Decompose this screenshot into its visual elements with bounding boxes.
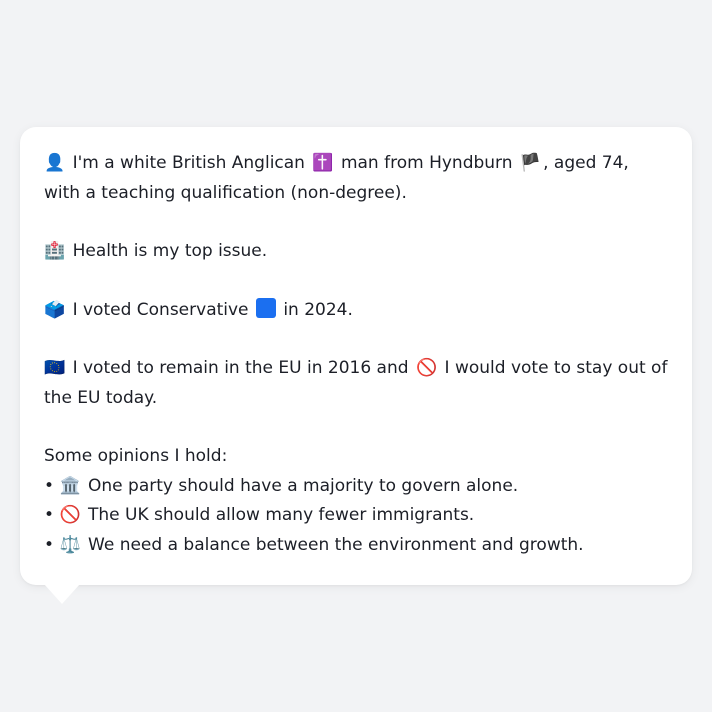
blue-square-icon [255,297,276,318]
eu-text-a: I voted to remain in the EU in 2016 and [72,358,409,378]
opinion-text: We need a balance between the environmen… [88,534,584,555]
opinions-title: Some opinions I hold: [44,446,228,466]
opinion-text: One party should have a majority to gove… [88,475,519,496]
eu-paragraph: 🇪🇺 I voted to remain in the EU in 2016 a… [44,354,668,413]
england-flag-icon: 🏴 [519,153,542,173]
opinion-item: • 🚫 The UK should allow many fewer immig… [44,501,668,531]
vote-2024-paragraph: 🗳️ I voted Conservative in 2024. [44,296,668,326]
cross-icon: ✝️ [312,153,334,173]
opinion-text: The UK should allow many fewer immigrant… [88,505,475,525]
top-issue-text: Health is my top issue. [72,241,268,261]
balance-scale-icon: ⚖️ [59,534,81,555]
vote-2024-text-b: in 2024. [283,299,353,320]
bullet: • [44,505,55,525]
persona-card: 👤 I'm a white British Anglican ✝️ man fr… [20,127,692,585]
bullet: • [44,475,55,496]
identity-text-a: I'm a white British Anglican [72,153,305,173]
identity-text-b: man from Hyndburn [340,153,513,173]
opinion-item: • ⚖️ We need a balance between the envir… [44,531,668,561]
vote-2024-text-a: I voted Conservative [72,299,249,320]
identity-paragraph: 👤 I'm a white British Anglican ✝️ man fr… [44,149,668,208]
person-icon: 👤 [44,153,66,173]
ballot-box-icon: 🗳️ [44,299,66,320]
classical-building-icon: 🏛️ [59,475,81,496]
prohibited-icon: 🚫 [415,358,438,378]
hospital-icon: 🏥 [44,241,66,261]
top-issue-paragraph: 🏥 Health is my top issue. [44,237,668,267]
bullet: • [44,534,55,555]
speech-bubble-tail [44,584,80,604]
opinion-item: • 🏛️ One party should have a majority to… [44,472,668,502]
prohibited-icon: 🚫 [59,505,81,525]
eu-flag-icon: 🇪🇺 [44,358,66,378]
